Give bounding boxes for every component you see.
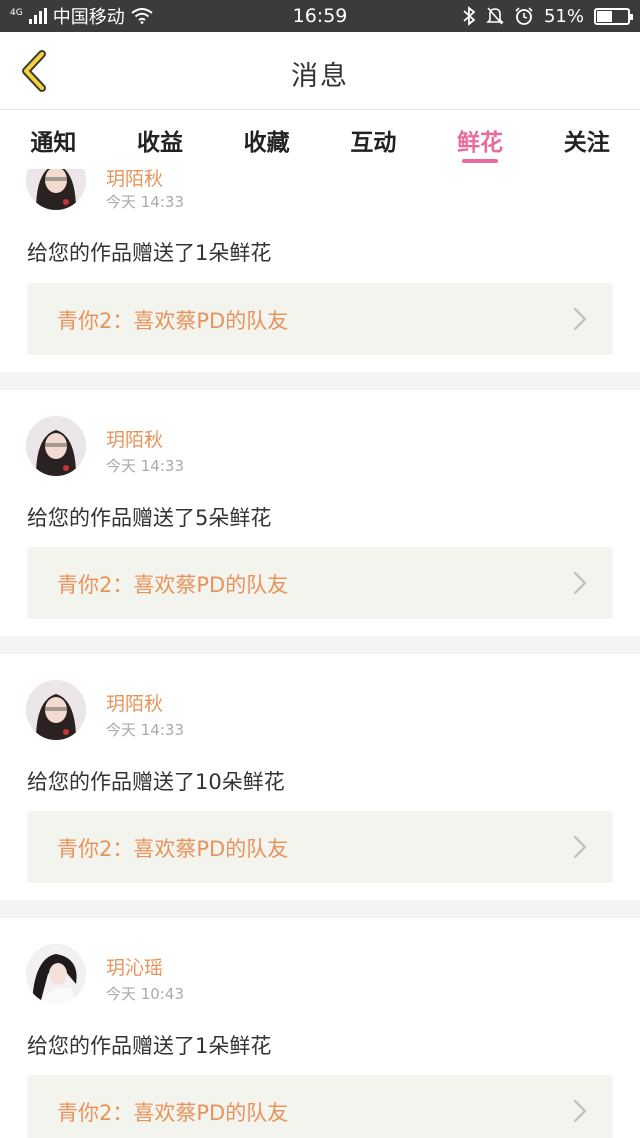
battery-percent: 51%: [543, 5, 584, 27]
status-bar: 4G 中国移动 16:59 51%: [0, 0, 640, 32]
category-tabs: 通知 收益 收藏 互动 鲜花 关注: [0, 111, 640, 169]
list-item: 玥沁瑶 今天 10:43 给您的作品赠送了1朵鲜花 青你2：喜欢蔡PD的队友: [0, 918, 640, 1138]
work-title: 青你2：喜欢蔡PD的队友: [57, 573, 289, 597]
work-link[interactable]: 青你2：喜欢蔡PD的队友: [27, 1075, 613, 1138]
divider: [0, 372, 640, 390]
message-text: 给您的作品赠送了10朵鲜花: [27, 770, 285, 794]
divider: [0, 636, 640, 654]
tab-label: 收藏: [243, 130, 290, 156]
tab-flowers[interactable]: 鲜花: [427, 111, 534, 169]
work-title: 青你2：喜欢蔡PD的队友: [57, 837, 289, 861]
message-time: 今天 14:33: [106, 193, 184, 211]
message-text: 给您的作品赠送了1朵鲜花: [27, 1034, 272, 1058]
chevron-right-icon: [573, 307, 587, 331]
work-link[interactable]: 青你2：喜欢蔡PD的队友: [27, 811, 613, 883]
list-item: 玥陌秋 今天 14:33 给您的作品赠送了10朵鲜花 青你2：喜欢蔡PD的队友: [0, 654, 640, 900]
avatar[interactable]: [26, 944, 86, 1004]
avatar[interactable]: [26, 416, 86, 476]
bluetooth-icon: [463, 6, 476, 26]
message-time: 今天 10:43: [106, 985, 184, 1003]
work-title: 青你2：喜欢蔡PD的队友: [57, 309, 289, 333]
carrier-name: 中国移动: [52, 7, 125, 28]
chevron-right-icon: [573, 835, 587, 859]
wifi-icon: [131, 8, 153, 24]
tab-label: 关注: [563, 130, 610, 156]
battery-icon: [594, 7, 633, 25]
alarm-clock-icon: [515, 7, 533, 25]
tab-earnings[interactable]: 收益: [107, 111, 214, 169]
work-link[interactable]: 青你2：喜欢蔡PD的队友: [27, 547, 613, 619]
list-item: 玥陌秋 今天 14:33 给您的作品赠送了5朵鲜花 青你2：喜欢蔡PD的队友: [0, 390, 640, 636]
divider: [0, 900, 640, 918]
tab-label: 鲜花: [457, 130, 504, 156]
chevron-right-icon: [573, 1099, 587, 1123]
sender-name[interactable]: 玥陌秋: [106, 689, 163, 716]
list-item: 玥陌秋 今天 14:33 给您的作品赠送了1朵鲜花 青你2：喜欢蔡PD的队友: [0, 150, 640, 372]
signal-icon: [28, 8, 47, 24]
mute-bell-icon: [486, 7, 504, 25]
tab-interaction[interactable]: 互动: [320, 111, 427, 169]
chevron-right-icon: [573, 571, 587, 595]
tab-follow[interactable]: 关注: [533, 111, 640, 169]
tab-notice[interactable]: 通知: [0, 111, 107, 169]
work-title: 青你2：喜欢蔡PD的队友: [57, 1101, 289, 1125]
tab-label: 通知: [30, 130, 77, 156]
work-link[interactable]: 青你2：喜欢蔡PD的队友: [27, 283, 613, 355]
sender-name[interactable]: 玥沁瑶: [106, 953, 163, 980]
message-feed[interactable]: 玥陌秋 今天 14:33 给您的作品赠送了1朵鲜花 青你2：喜欢蔡PD的队友 玥…: [0, 0, 640, 1138]
nav-header: 消息: [0, 32, 640, 110]
page-title: 消息: [291, 61, 349, 92]
message-time: 今天 14:33: [106, 457, 184, 475]
active-tab-indicator: [462, 159, 499, 163]
message-text: 给您的作品赠送了1朵鲜花: [27, 241, 272, 265]
network-type: 4G: [10, 8, 23, 18]
tab-label: 互动: [350, 130, 397, 156]
avatar[interactable]: [26, 680, 86, 740]
message-text: 给您的作品赠送了5朵鲜花: [27, 506, 272, 530]
tab-favorites[interactable]: 收藏: [213, 111, 320, 169]
sender-name[interactable]: 玥陌秋: [106, 425, 163, 452]
message-time: 今天 14:33: [106, 721, 184, 739]
tab-label: 收益: [137, 130, 183, 156]
